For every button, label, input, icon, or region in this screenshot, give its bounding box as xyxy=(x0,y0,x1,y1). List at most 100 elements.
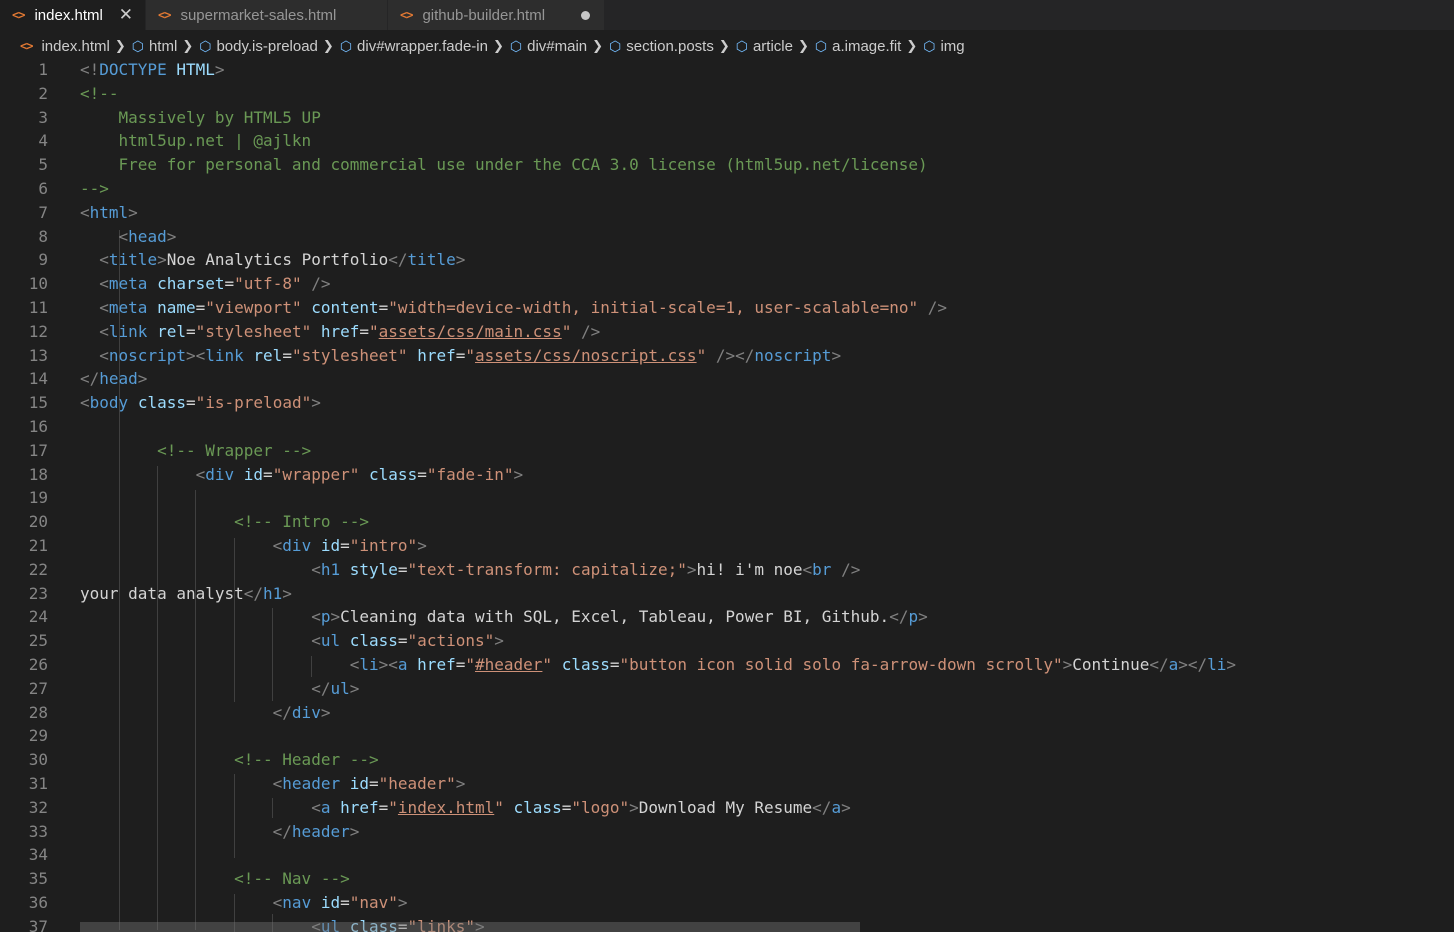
code-token: html5up.net | @ajlkn xyxy=(80,131,312,151)
code-line[interactable]: 36 <nav id="nav"> xyxy=(0,891,1454,915)
line-number: 35 xyxy=(28,869,48,889)
line-code: your data analyst</h1> xyxy=(80,582,292,606)
code-token: Free for personal and commercial use und… xyxy=(80,155,928,175)
horizontal-scrollbar[interactable] xyxy=(80,922,860,932)
code-line[interactable]: 10 <meta charset="utf-8" /> xyxy=(0,272,1454,296)
code-line[interactable]: 27 </ul> xyxy=(0,677,1454,701)
breadcrumb-item-file[interactable]: <> index.html xyxy=(20,38,110,55)
code-token: > xyxy=(137,369,148,389)
code-line[interactable]: 19 xyxy=(0,486,1454,510)
breadcrumb-item-wrapper[interactable]: ⬡ div#wrapper.fade-in xyxy=(340,38,488,55)
code-token: < xyxy=(80,202,90,222)
breadcrumb-item-html[interactable]: ⬡ html xyxy=(132,38,178,55)
code-token: class xyxy=(369,464,418,484)
tab-github-builder-html[interactable]: <> github-builder.html xyxy=(388,0,605,30)
code-line[interactable]: 5 Free for personal and commercial use u… xyxy=(0,153,1454,177)
breadcrumb-item-img[interactable]: ⬡ img xyxy=(923,38,964,55)
code-line[interactable]: 32 <a href="index.html" class="logo">Dow… xyxy=(0,796,1454,820)
code-token: style xyxy=(349,559,398,579)
code-token: ul xyxy=(320,631,341,651)
code-line[interactable]: 6 --> xyxy=(0,177,1454,201)
code-line[interactable]: 17 <!-- Wrapper --> xyxy=(0,439,1454,463)
code-line[interactable]: 34 xyxy=(0,843,1454,867)
code-line[interactable]: 25 <ul class="actions"> xyxy=(0,629,1454,653)
code-line[interactable]: 31 <header id="header"> xyxy=(0,772,1454,796)
code-token: HTML xyxy=(176,60,215,79)
breadcrumb-item-anchor[interactable]: ⬡ a.image.fit xyxy=(815,38,901,55)
code-line[interactable]: 9 <title>Noe Analytics Portfolio</title> xyxy=(0,248,1454,272)
code-line[interactable]: 12 <link rel="stylesheet" href="assets/c… xyxy=(0,320,1454,344)
code-line[interactable]: 18 <div id="wrapper" class="fade-in"> xyxy=(0,463,1454,487)
chevron-right-icon: ❯ xyxy=(322,38,334,54)
code-token: < xyxy=(311,607,321,627)
line-number: 6 xyxy=(38,179,48,198)
line-code: <nav id="nav"> xyxy=(80,891,408,915)
code-line[interactable]: 21 <div id="intro"> xyxy=(0,534,1454,558)
code-token: " xyxy=(465,345,475,365)
code-line[interactable]: 29 xyxy=(0,724,1454,748)
code-editor[interactable]: 1 <!DOCTYPE HTML> 2 <!-- 3 Massively by HTML… xyxy=(0,58,1454,932)
line-number: 9 xyxy=(38,250,48,270)
breadcrumb-item-main[interactable]: ⬡ div#main xyxy=(510,38,587,55)
code-token: "intro" xyxy=(349,536,418,555)
line-number: 14 xyxy=(28,369,48,389)
code-token: ul xyxy=(330,678,350,698)
tab-supermarket-sales-html[interactable]: <> supermarket-sales.html xyxy=(146,0,388,30)
code-line[interactable]: 7 <html> xyxy=(0,201,1454,225)
element-icon: ⬡ xyxy=(509,37,523,54)
element-icon: ⬡ xyxy=(339,37,353,54)
code-line[interactable]: 33 </header> xyxy=(0,820,1454,844)
code-line[interactable]: 14 </head> xyxy=(0,367,1454,391)
code-line[interactable]: 22 <h1 style="text-transform: capitalize… xyxy=(0,558,1454,582)
code-line[interactable]: 20 <!-- Intro --> xyxy=(0,510,1454,534)
code-token: title xyxy=(407,250,456,270)
line-number: 15 xyxy=(28,393,48,413)
unsaved-dot-icon[interactable] xyxy=(581,10,590,20)
code-token: > xyxy=(455,774,466,793)
code-line[interactable]: 4 html5up.net | @ajlkn xyxy=(0,129,1454,153)
code-token: href xyxy=(417,345,456,365)
code-token: > xyxy=(629,797,639,817)
code-line[interactable]: 1 <!DOCTYPE HTML> xyxy=(0,58,1454,82)
code-token: > xyxy=(320,702,331,722)
breadcrumb-item-body[interactable]: ⬡ body.is-preload xyxy=(199,38,318,55)
code-line[interactable]: 28 </div> xyxy=(0,701,1454,725)
code-token: " xyxy=(542,655,553,674)
line-number: 13 xyxy=(28,345,48,365)
code-line[interactable]: 11 <meta name="viewport" content="width=… xyxy=(0,296,1454,320)
line-code: <!DOCTYPE HTML> xyxy=(80,58,225,82)
code-token: "viewport" xyxy=(205,298,302,317)
code-line[interactable]: 2 <!-- xyxy=(0,82,1454,106)
code-token: href xyxy=(320,321,360,341)
code-line[interactable]: 16 xyxy=(0,415,1454,439)
code-line[interactable]: 23 your data analyst</h1> xyxy=(0,582,1454,606)
code-token: = xyxy=(397,559,408,579)
code-line[interactable]: 30 <!-- Header --> xyxy=(0,748,1454,772)
line-code: Free for personal and commercial use und… xyxy=(80,153,928,177)
line-number: 8 xyxy=(38,226,48,246)
code-token: </ xyxy=(311,678,331,698)
code-line[interactable]: 13 <noscript><link rel="stylesheet" href… xyxy=(0,344,1454,368)
code-line[interactable]: 35 <!-- Nav --> xyxy=(0,867,1454,891)
code-token: div xyxy=(291,702,321,722)
close-icon[interactable]: ✕ xyxy=(119,5,133,25)
code-token: "logo" xyxy=(571,797,630,817)
code-token: = xyxy=(378,298,389,317)
code-token: content xyxy=(311,298,379,317)
editor-tab-bar: <> index.html ✕ <> supermarket-sales.htm… xyxy=(0,0,1454,30)
breadcrumb-item-article[interactable]: ⬡ article xyxy=(736,38,793,55)
tab-index-html[interactable]: <> index.html ✕ xyxy=(0,0,146,30)
line-number: 3 xyxy=(38,107,48,127)
code-line[interactable]: 3 Massively by HTML5 UP xyxy=(0,106,1454,130)
code-token: <!-- Intro --> xyxy=(234,512,369,532)
code-line[interactable]: 24 <p>Cleaning data with SQL, Excel, Tab… xyxy=(0,605,1454,629)
code-token: /> xyxy=(927,298,948,317)
code-line[interactable]: 8 <head> xyxy=(0,225,1454,249)
code-line[interactable]: 15 <body class="is-preload"> xyxy=(0,391,1454,415)
breadcrumb-item-section[interactable]: ⬡ section.posts xyxy=(609,38,714,55)
code-line[interactable]: 26 <li><a href="#header" class="button i… xyxy=(0,653,1454,677)
code-token: </ xyxy=(388,250,408,270)
